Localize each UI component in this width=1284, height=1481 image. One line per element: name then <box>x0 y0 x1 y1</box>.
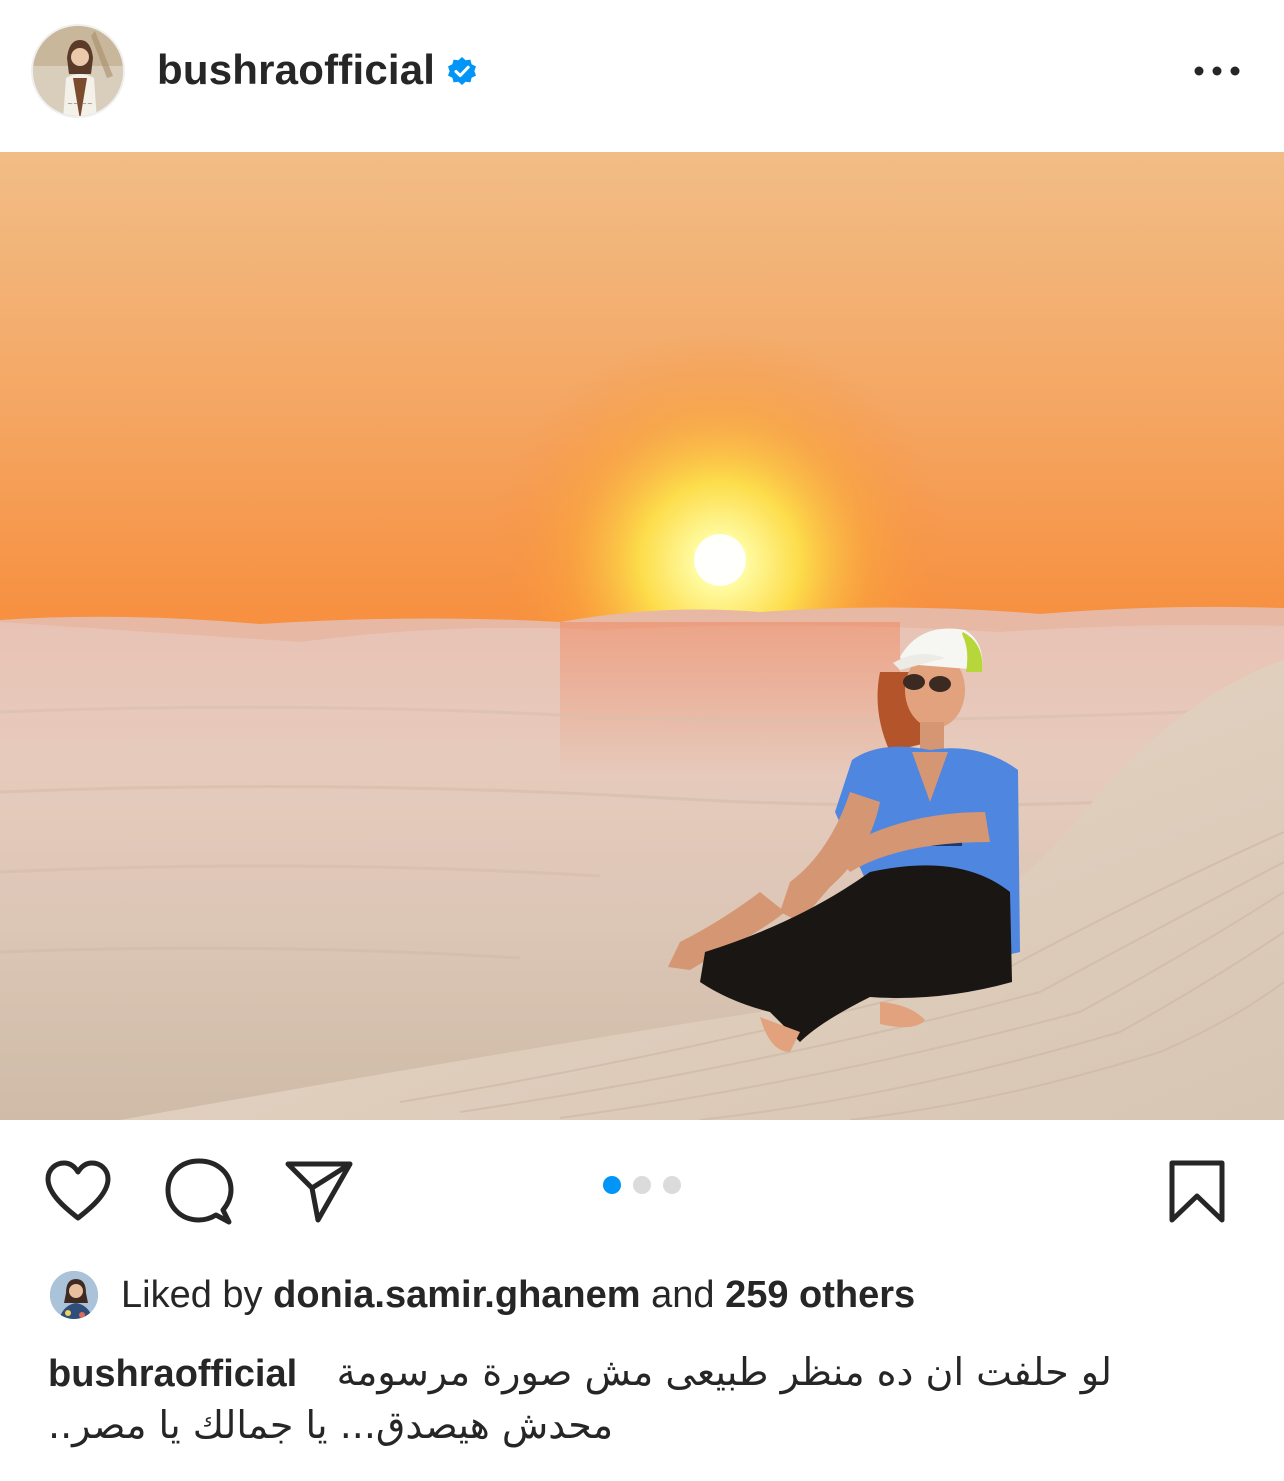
caption-text-line1: لو حلفت ان ده منظر طبيعى مش صورة مرسومة <box>336 1350 1112 1394</box>
likes-and: and <box>651 1274 715 1316</box>
send-icon[interactable] <box>284 1158 356 1224</box>
likes-prefix: Liked by <box>121 1274 263 1316</box>
liker-username[interactable]: donia.samir.ghanem <box>273 1274 640 1316</box>
carousel-dot-active <box>603 1176 621 1194</box>
likes-summary[interactable]: Liked by donia.samir.ghanem and 259 othe… <box>121 1274 915 1317</box>
caption-text-line2: محدش هيصدق... يا جمالك يا مصر.. <box>48 1403 614 1447</box>
profile-avatar[interactable]: ~~ ~~ <box>31 24 125 118</box>
post-header: ~~ ~~ bushraofficial <box>0 0 1284 152</box>
verified-badge-icon <box>448 57 476 85</box>
post-photo[interactable] <box>0 152 1284 1120</box>
carousel-dot <box>633 1176 651 1194</box>
carousel-dot <box>663 1176 681 1194</box>
comment-icon[interactable] <box>163 1156 235 1228</box>
caption-username[interactable]: bushraofficial <box>48 1353 297 1396</box>
avatar-image: ~~ ~~ <box>33 26 123 116</box>
liker-avatar[interactable] <box>48 1269 100 1321</box>
liker-avatar-image <box>50 1271 98 1319</box>
desert-sunset-image <box>0 152 1284 1120</box>
more-horizontal-icon[interactable] <box>1188 56 1248 86</box>
svg-text:~~ ~~: ~~ ~~ <box>67 100 93 108</box>
bookmark-icon[interactable] <box>1166 1158 1228 1226</box>
heart-icon[interactable] <box>42 1158 114 1224</box>
likes-others-count[interactable]: 259 others <box>725 1274 915 1316</box>
post-username[interactable]: bushraofficial <box>157 46 435 94</box>
